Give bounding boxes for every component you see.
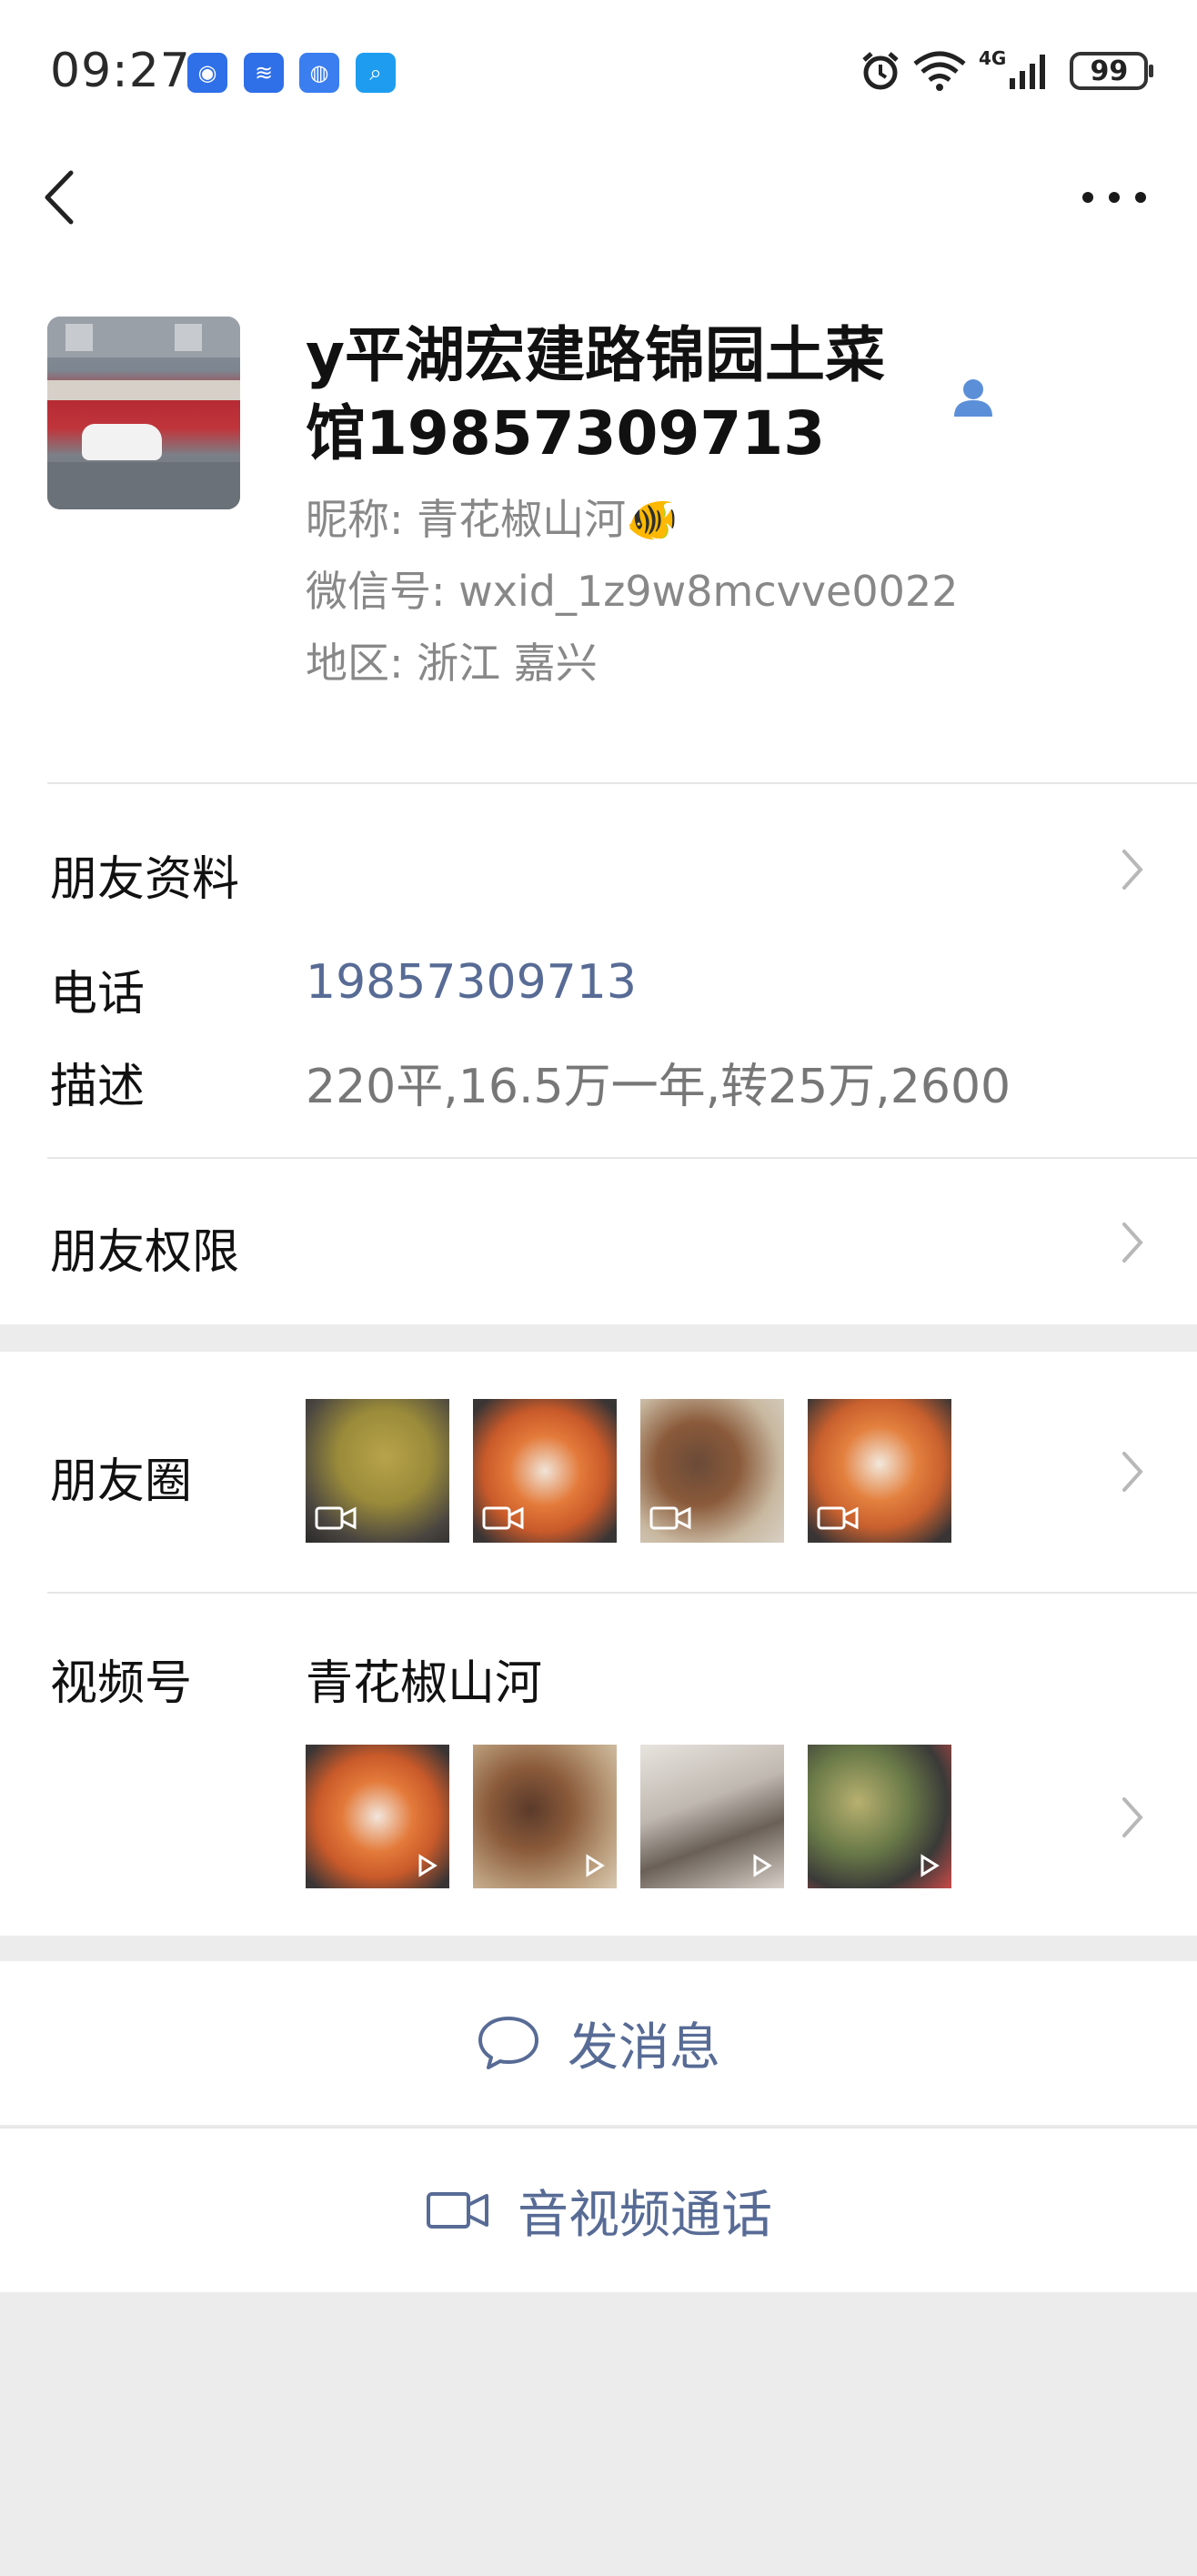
friend-profile-row[interactable]: 朋友资料 [0, 784, 1197, 948]
message-bubble-icon [478, 2017, 538, 2069]
voice-app-icon: ≋ [244, 53, 284, 93]
wifi-icon [913, 51, 966, 91]
channels-row[interactable]: 视频号 青花椒山河 [0, 1594, 1197, 1936]
moments-thumbnail [473, 1399, 617, 1543]
moments-thumbnail [640, 1399, 784, 1543]
status-time: 09:27 [50, 44, 191, 98]
contact-name: y平湖宏建路锦园土菜馆19857309713 [306, 320, 886, 468]
phone-label: 电话 [50, 967, 146, 1021]
video-icon [482, 1506, 524, 1530]
signal-icon [1010, 55, 1046, 89]
back-button[interactable] [38, 166, 84, 229]
battery-level: 99 [1090, 55, 1129, 87]
contact-icon [949, 373, 998, 422]
video-call-label: 音视频通话 [518, 2185, 772, 2245]
moments-label: 朋友圈 [50, 1454, 193, 1509]
region: 地区: 浙江 嘉兴 [306, 639, 598, 688]
chevron-right-icon [1122, 850, 1143, 890]
phone-value[interactable]: 19857309713 [306, 955, 637, 1010]
video-call-icon [427, 2192, 488, 2229]
more-icon [1082, 192, 1093, 203]
wechat-id: 微信号: wxid_1z9w8mcvve0022 [306, 567, 959, 616]
send-message-label: 发消息 [568, 2018, 720, 2078]
channel-video-thumbnail [473, 1745, 617, 1888]
battery-icon: 99 [1070, 52, 1154, 90]
channel-video-thumbnail [808, 1745, 951, 1888]
moments-thumbnail [306, 1399, 449, 1543]
nickname: 昵称: 青花椒山河🐠 [306, 495, 679, 544]
play-icon [586, 1854, 605, 1877]
chevron-right-icon [1122, 1797, 1143, 1837]
chevron-right-icon [1122, 1223, 1143, 1263]
channel-video-thumbnail [640, 1745, 784, 1888]
send-message-button[interactable]: 发消息 [0, 1961, 1197, 2125]
network-label: 4G [979, 47, 1007, 69]
description-label: 描述 [50, 1060, 146, 1114]
moments-row[interactable]: 朋友圈 [0, 1352, 1197, 1592]
channel-video-thumbnail [306, 1745, 449, 1888]
moments-thumbnail [808, 1399, 951, 1543]
search-app-icon: ⌕ [356, 53, 396, 93]
play-icon [418, 1854, 438, 1877]
channels-name: 青花椒山河 [306, 1656, 543, 1711]
video-icon [817, 1506, 859, 1530]
friend-permissions-label: 朋友权限 [50, 1225, 240, 1280]
play-icon [920, 1854, 940, 1877]
play-icon [753, 1854, 772, 1877]
avatar[interactable] [47, 317, 240, 509]
channels-label: 视频号 [50, 1656, 193, 1711]
alarm-icon [862, 52, 899, 90]
back-icon [45, 170, 74, 225]
video-icon [649, 1506, 691, 1530]
friend-permissions-row[interactable]: 朋友权限 [0, 1159, 1197, 1324]
status-icons: 4G 99 [859, 47, 1154, 95]
video-icon [315, 1506, 357, 1530]
browser-app-icon: ◍ [299, 53, 339, 93]
video-call-button[interactable]: 音视频通话 [0, 2128, 1197, 2292]
description-value: 220平,16.5万一年,转25万,2600 [306, 1060, 1011, 1114]
chevron-right-icon [1122, 1452, 1143, 1492]
more-button[interactable] [1082, 186, 1146, 208]
profile-card [0, 127, 1197, 1324]
friend-profile-label: 朋友资料 [50, 852, 240, 907]
app-notification-icon: ◉ [187, 53, 227, 93]
